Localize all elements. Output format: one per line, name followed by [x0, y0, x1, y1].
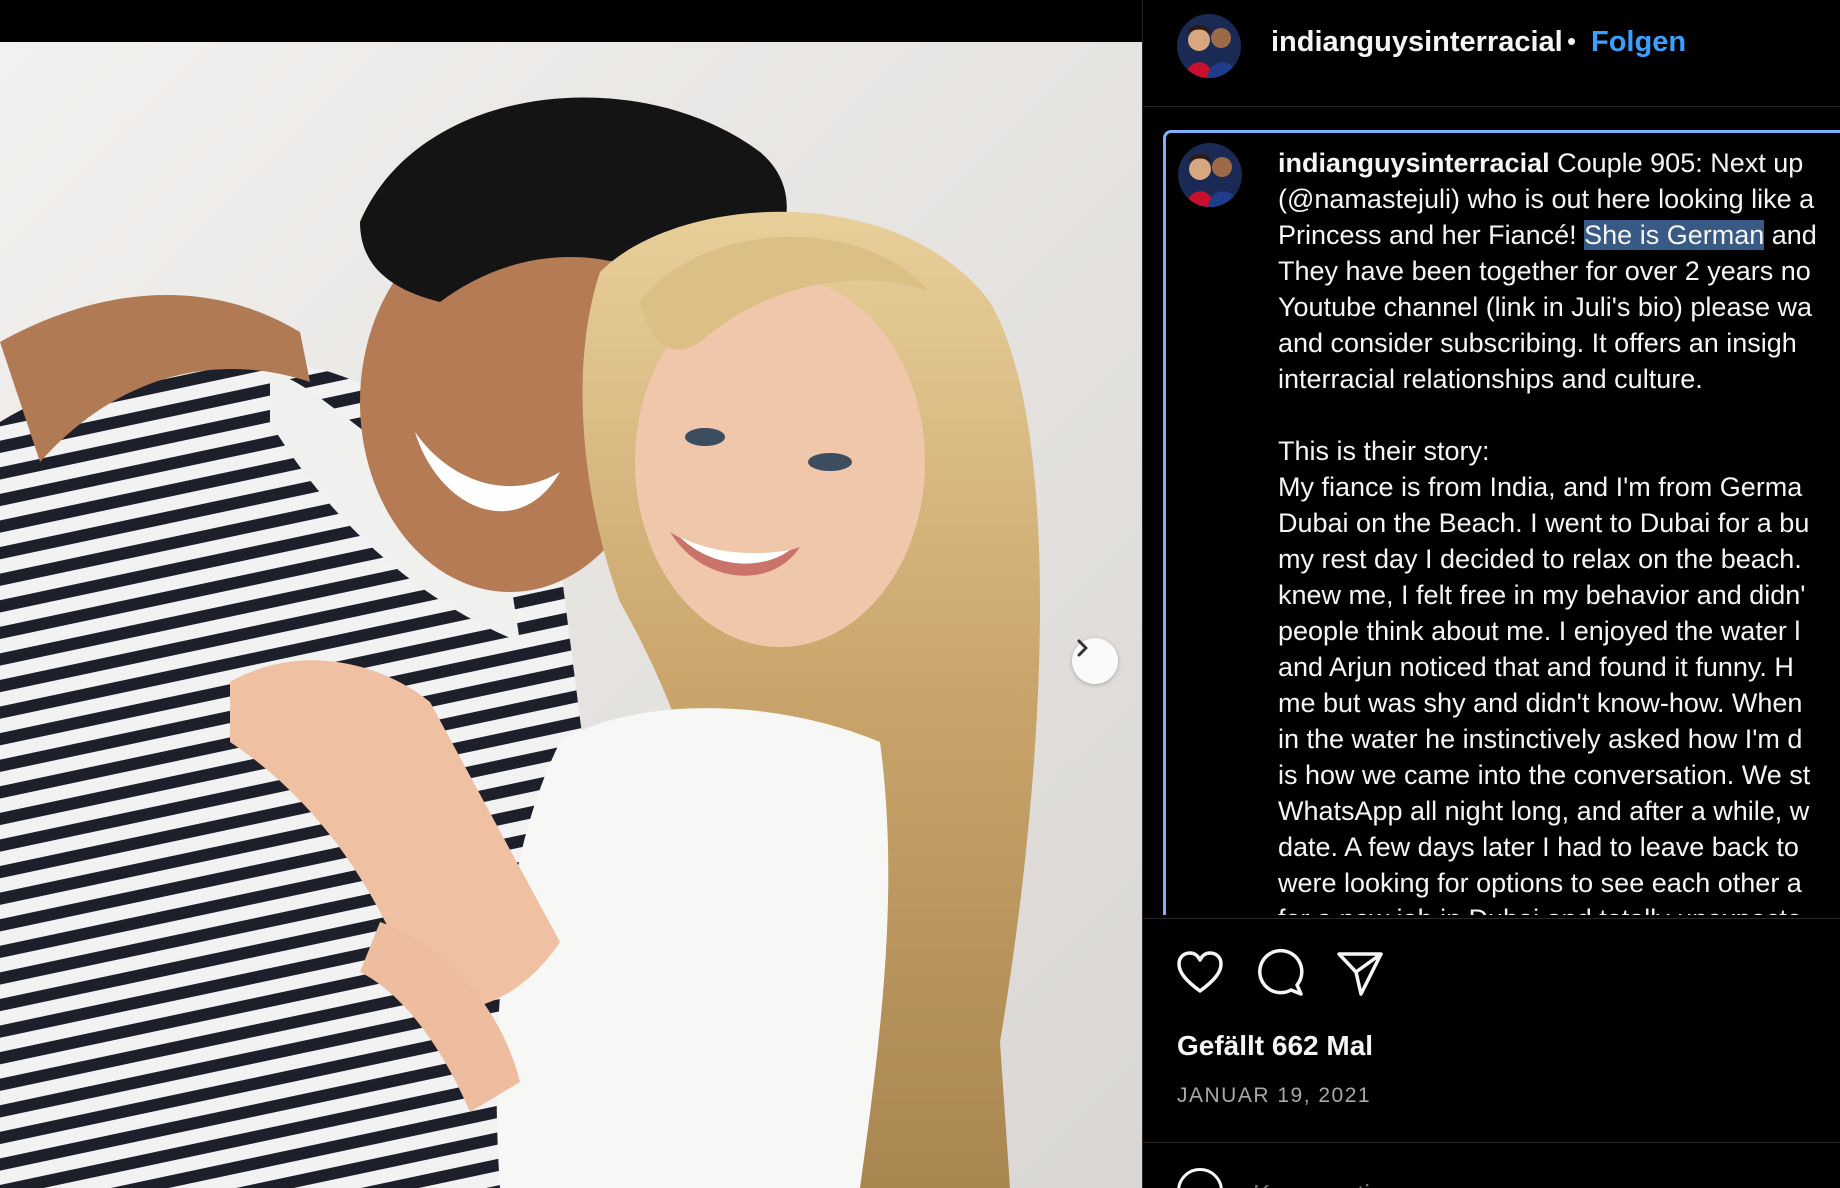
heart-icon — [1177, 951, 1223, 993]
caption-line: WhatsApp all night long, and after a whi… — [1278, 796, 1810, 826]
post-details-pane: indianguysinterracial • Folgen indianguy… — [1142, 0, 1840, 1188]
caption-line: Couple 905: Next up — [1549, 148, 1804, 178]
caption-line: My fiance is from India, and I'm from Ge… — [1278, 472, 1803, 502]
caption-avatar[interactable] — [1178, 143, 1242, 207]
selected-text: She is German — [1584, 220, 1765, 250]
comment-input[interactable] — [1251, 1178, 1775, 1188]
caption-line: (@namastejuli) who is out here looking l… — [1278, 184, 1815, 214]
post-date[interactable]: JANUAR 19, 2021 — [1177, 1084, 1371, 1108]
post-media-pane — [0, 0, 1142, 1188]
caption-line: Youtube channel (link in Juli's bio) ple… — [1278, 292, 1812, 322]
caption-line: and Arjun noticed that and found it funn… — [1278, 652, 1794, 682]
caption-line: for a new job in Dubai and totally unexp… — [1278, 904, 1802, 915]
caption-line: in the water he instinctively asked how … — [1278, 724, 1803, 754]
avatar-image — [1178, 143, 1242, 207]
caption-line: me but was shy and didn't know-how. When — [1278, 688, 1803, 718]
caption-line: Dubai on the Beach. I went to Dubai for … — [1278, 508, 1810, 538]
post-header: indianguysinterracial • Folgen — [1143, 0, 1840, 107]
caption-scroll-area[interactable]: indianguysinterracial Couple 905: Next u… — [1163, 130, 1840, 915]
post-photo[interactable] — [0, 42, 1142, 1188]
like-button[interactable] — [1175, 948, 1225, 998]
caption-line: and — [1764, 220, 1817, 250]
caption-line: my rest day I decided to relax on the be… — [1278, 544, 1802, 574]
divider — [1143, 1142, 1840, 1143]
caption-username-link[interactable]: indianguysinterracial — [1278, 148, 1550, 178]
post-username-link[interactable]: indianguysinterracial — [1271, 26, 1563, 59]
comment-icon — [1258, 948, 1304, 996]
send-icon — [1337, 952, 1383, 996]
caption-text: indianguysinterracial Couple 905: Next u… — [1278, 145, 1840, 915]
separator-dot: • — [1567, 26, 1577, 56]
caption-line: date. A few days later I had to leave ba… — [1278, 832, 1799, 862]
comment-form — [1177, 1168, 1817, 1188]
likes-count[interactable]: Gefällt 662 Mal — [1177, 1030, 1373, 1062]
carousel-next-button[interactable] — [1072, 638, 1118, 684]
divider — [1143, 918, 1840, 919]
comment-button[interactable] — [1255, 948, 1305, 998]
caption-line: This is their story: — [1278, 436, 1490, 466]
caption-line: They have been together for over 2 years… — [1278, 256, 1811, 286]
caption-line: people think about me. I enjoyed the wat… — [1278, 616, 1801, 646]
couple-photo-illustration — [0, 42, 1142, 1188]
emoji-icon[interactable] — [1177, 1168, 1223, 1188]
caption-line: were looking for options to see each oth… — [1278, 868, 1802, 898]
caption-line: knew me, I felt free in my behavior and … — [1278, 580, 1806, 610]
share-button[interactable] — [1335, 948, 1385, 998]
avatar[interactable] — [1177, 14, 1241, 78]
caption-line: Princess and her Fiancé! — [1278, 220, 1585, 250]
chevron-right-icon — [1077, 639, 1088, 657]
caption-line: and consider subscribing. It offers an i… — [1278, 328, 1797, 358]
follow-button[interactable]: Folgen — [1591, 26, 1686, 59]
avatar-image — [1177, 14, 1241, 78]
caption-line: interracial relationships and culture. — [1278, 364, 1703, 394]
caption-line: is how we came into the conversation. We… — [1278, 760, 1811, 790]
